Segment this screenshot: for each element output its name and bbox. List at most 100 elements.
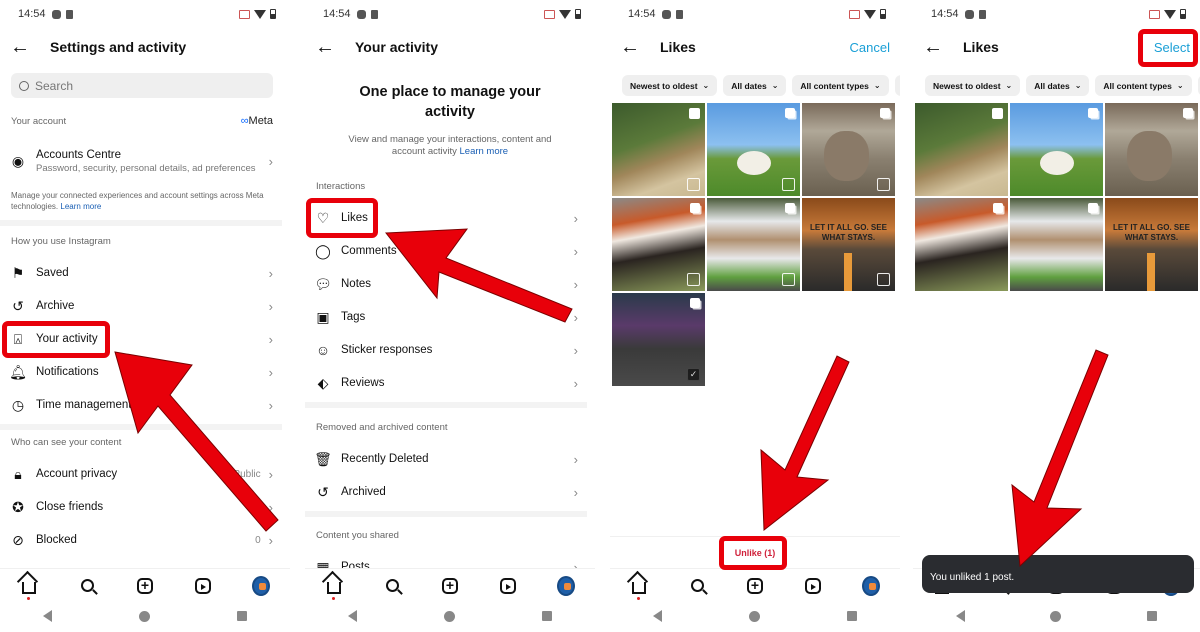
back-arrow-icon[interactable]: ← xyxy=(620,36,650,59)
select-checkbox[interactable] xyxy=(687,178,700,191)
system-home-icon[interactable] xyxy=(1050,610,1062,622)
chevron-right-icon: › xyxy=(573,309,578,325)
search-input[interactable]: Search xyxy=(11,73,273,98)
filter-content-types[interactable]: All content types ⌄ xyxy=(1095,75,1192,96)
avatar xyxy=(252,575,270,596)
system-recents-icon[interactable] xyxy=(236,611,247,621)
system-home-icon[interactable] xyxy=(443,610,455,622)
back-arrow-icon[interactable]: ← xyxy=(315,36,345,59)
menu-item-comments[interactable]: ◯ Comments › xyxy=(315,236,578,266)
activity-icon: ⍓ xyxy=(13,331,23,347)
post-tile-selected[interactable]: ✓ xyxy=(612,293,705,386)
accounts-centre-item[interactable]: ◉ Accounts Centre Password, security, per… xyxy=(10,145,273,177)
post-tile[interactable] xyxy=(915,103,1008,196)
plus-square-icon: + xyxy=(137,577,153,594)
select-checkbox[interactable] xyxy=(877,273,890,286)
menu-item-your-activity[interactable]: ⍓ Your activity › xyxy=(10,324,273,354)
post-tile[interactable] xyxy=(802,103,895,196)
nav-create[interactable]: + xyxy=(746,577,764,595)
menu-item-saved[interactable]: ⚑ Saved › xyxy=(10,258,273,288)
menu-item-notifications[interactable]: 🔔︎ Notifications › xyxy=(9,357,273,387)
post-tile[interactable] xyxy=(612,103,705,196)
filter-dates[interactable]: All dates ⌄ xyxy=(1026,75,1090,96)
system-back-icon[interactable] xyxy=(653,610,663,622)
nav-home[interactable] xyxy=(325,577,343,600)
post-overlay-text: LET IT ALL GO. SEE WHAT STAYS. xyxy=(1113,223,1190,242)
post-tile[interactable] xyxy=(1010,103,1103,196)
menu-item-likes[interactable]: ♡ Likes › xyxy=(315,203,578,233)
system-recents-icon[interactable] xyxy=(1147,611,1158,621)
menu-label: Recently Deleted xyxy=(341,453,429,465)
menu-item-tags[interactable]: ▣ Tags › xyxy=(315,302,578,332)
menu-item-time-management[interactable]: ◷ Time management › xyxy=(10,390,273,420)
cancel-button[interactable]: Cancel xyxy=(850,40,890,55)
chevron-right-icon: › xyxy=(573,451,578,467)
nav-search[interactable] xyxy=(688,577,706,595)
system-home-icon[interactable] xyxy=(748,610,760,622)
back-arrow-icon[interactable]: ← xyxy=(923,36,953,59)
cast-icon xyxy=(544,9,555,19)
nav-profile[interactable] xyxy=(862,575,880,596)
nav-reels[interactable] xyxy=(804,577,822,595)
menu-label: Notes xyxy=(341,278,372,290)
back-arrow-icon[interactable]: ← xyxy=(10,36,40,59)
menu-item-archive[interactable]: ↺ Archive › xyxy=(10,291,273,321)
nav-home[interactable] xyxy=(20,577,38,600)
post-tile[interactable]: LET IT ALL GO. SEE WHAT STAYS. xyxy=(1105,198,1198,291)
post-tile[interactable] xyxy=(1010,198,1103,291)
plus-square-icon: + xyxy=(442,577,458,594)
reels-icon xyxy=(195,577,211,594)
learn-more-link[interactable]: Learn more xyxy=(60,202,101,211)
nav-reels[interactable] xyxy=(499,577,517,595)
chevron-down-icon: ⌄ xyxy=(1074,81,1082,90)
filter-sort[interactable]: Newest to oldest ⌄ xyxy=(622,75,718,96)
menu-item-reviews[interactable]: ⬖ Reviews › xyxy=(315,368,578,398)
home-icon xyxy=(22,581,36,594)
unlike-button[interactable]: Unlike (1) xyxy=(726,543,784,562)
menu-item-account-privacy[interactable]: 🔒︎ Account privacy Public › xyxy=(10,459,273,489)
nav-create[interactable]: + xyxy=(136,577,154,595)
system-back-icon[interactable] xyxy=(955,610,965,622)
wifi-icon xyxy=(864,9,876,19)
select-checkbox[interactable] xyxy=(782,273,795,286)
nav-home[interactable] xyxy=(630,577,648,600)
menu-item-notes[interactable]: 💬︎ Notes › xyxy=(314,269,578,299)
system-back-icon[interactable] xyxy=(348,610,358,622)
menu-item-blocked[interactable]: ⊘ Blocked 0 › xyxy=(10,525,273,555)
system-recents-icon[interactable] xyxy=(846,611,857,621)
system-back-icon[interactable] xyxy=(43,610,53,622)
filter-more[interactable]: A xyxy=(894,75,900,96)
system-recents-icon[interactable] xyxy=(541,611,552,621)
nav-create[interactable]: + xyxy=(441,577,459,595)
post-tile[interactable] xyxy=(612,198,705,291)
menu-item-archived[interactable]: ↺ Archived › xyxy=(315,477,578,507)
checkmark-icon[interactable]: ✓ xyxy=(687,368,700,381)
filter-content-types[interactable]: All content types ⌄ xyxy=(792,75,889,96)
battery-icon xyxy=(270,9,276,19)
nav-profile[interactable] xyxy=(252,575,270,596)
post-tile[interactable] xyxy=(1105,103,1198,196)
meta-infinity-icon: ∞ xyxy=(240,115,249,127)
nav-profile[interactable] xyxy=(557,575,575,596)
nav-search[interactable] xyxy=(383,577,401,595)
post-tile[interactable] xyxy=(915,198,1008,291)
menu-item-close-friends[interactable]: ✪ Close friends › xyxy=(10,492,273,522)
system-nav xyxy=(913,606,1200,626)
learn-more-link[interactable]: Learn more xyxy=(460,146,509,157)
filter-sort[interactable]: Newest to oldest ⌄ xyxy=(925,75,1021,96)
menu-item-sticker-responses[interactable]: ☺ Sticker responses › xyxy=(315,335,578,365)
nav-search[interactable] xyxy=(78,577,96,595)
notification-icon xyxy=(356,9,366,19)
nav-reels[interactable] xyxy=(194,577,212,595)
accounts-centre-title: Accounts Centre xyxy=(36,148,122,161)
select-button[interactable]: Select xyxy=(1154,40,1190,55)
post-tile[interactable] xyxy=(707,103,800,196)
select-checkbox[interactable] xyxy=(687,273,700,286)
menu-item-recently-deleted[interactable]: 🗑︎ Recently Deleted › xyxy=(314,444,578,474)
select-checkbox[interactable] xyxy=(782,178,795,191)
system-home-icon[interactable] xyxy=(138,610,150,622)
filter-dates[interactable]: All dates ⌄ xyxy=(723,75,787,96)
select-checkbox[interactable] xyxy=(877,178,890,191)
post-tile[interactable]: LET IT ALL GO. SEE WHAT STAYS. xyxy=(802,198,895,291)
post-tile[interactable] xyxy=(707,198,800,291)
